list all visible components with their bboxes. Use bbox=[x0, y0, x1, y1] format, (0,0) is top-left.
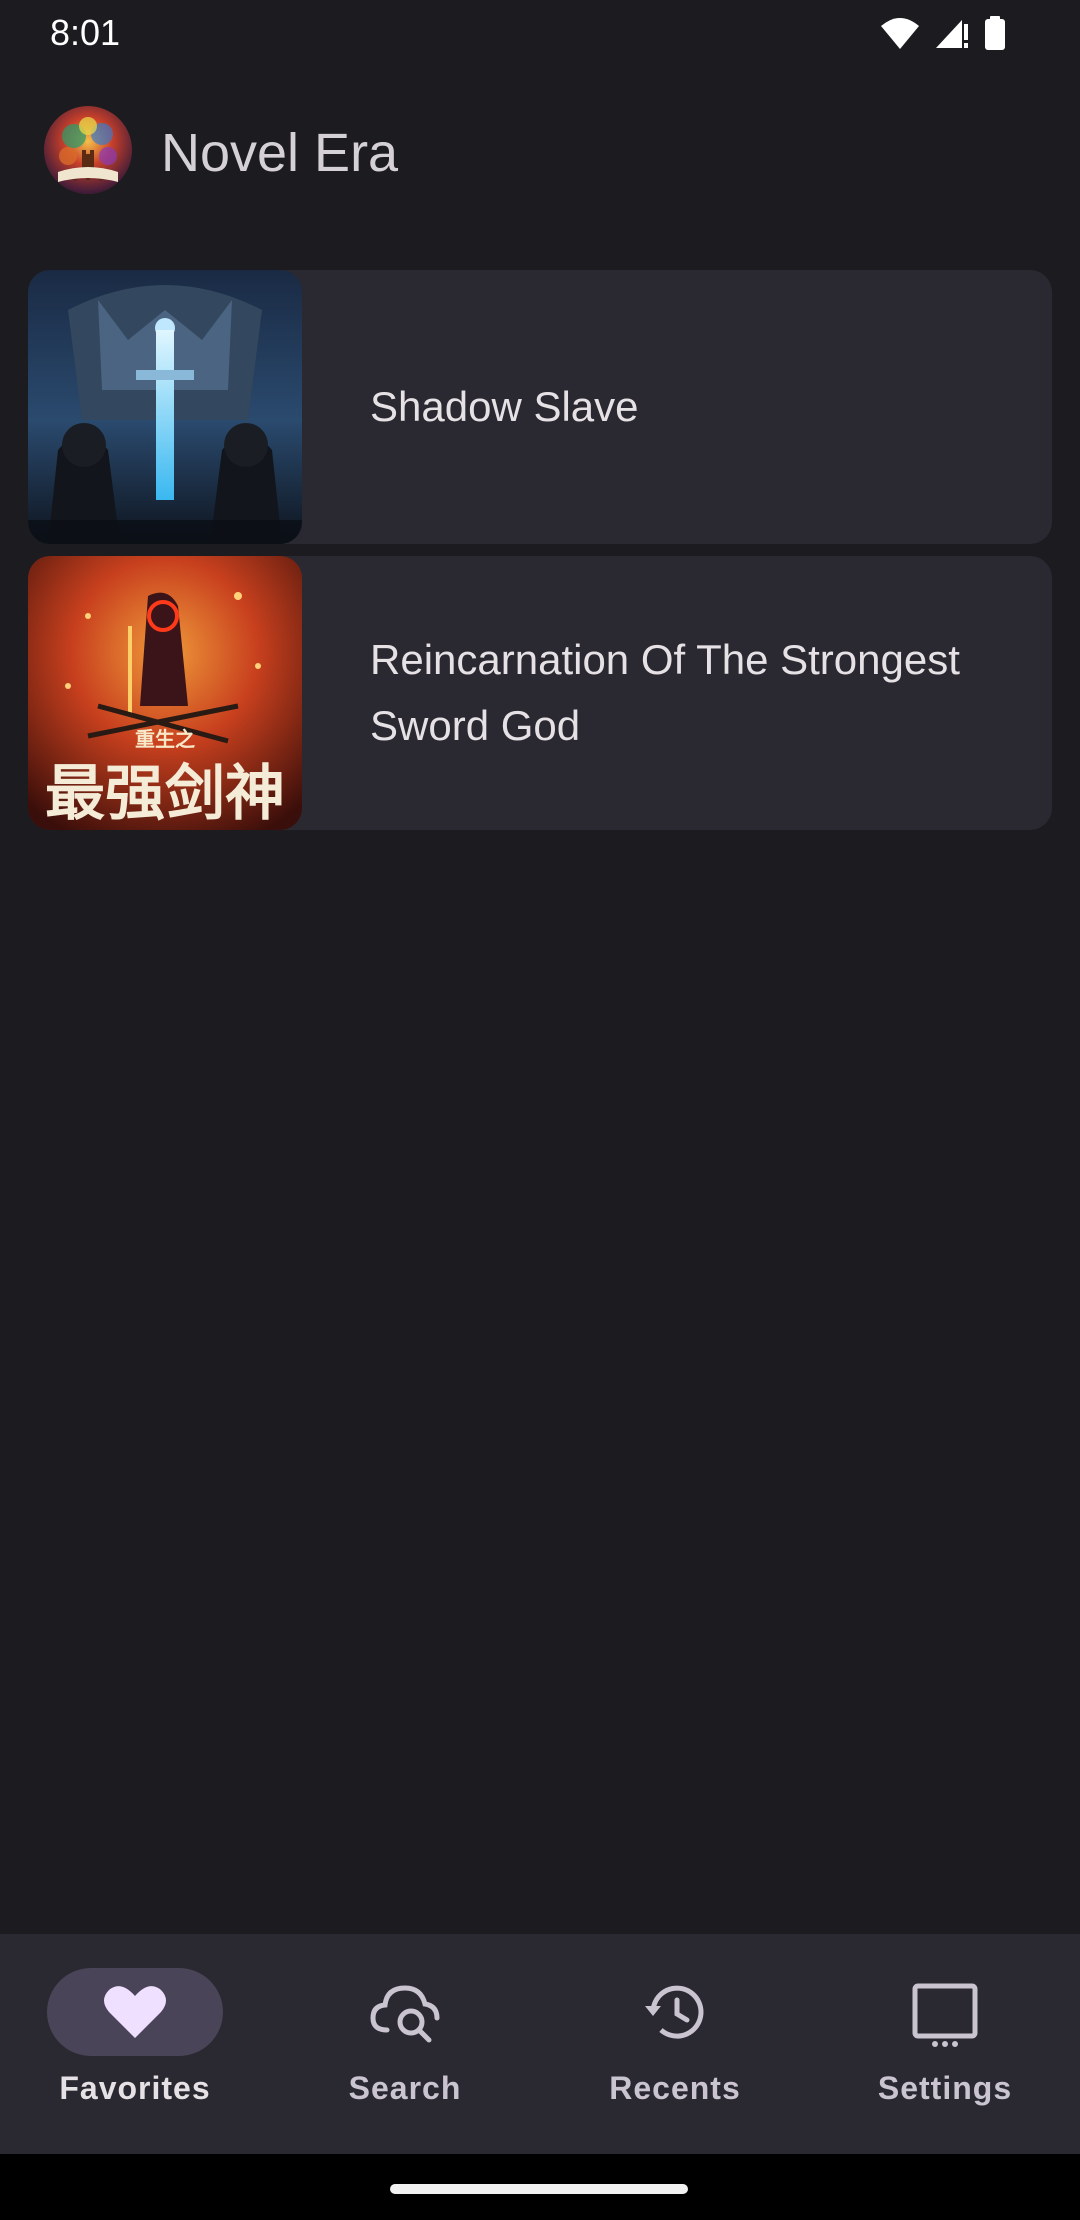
cover-text-small: 重生之 bbox=[135, 727, 195, 751]
home-gesture-handle[interactable] bbox=[390, 2184, 688, 2194]
nav-item-recents[interactable]: Recents bbox=[540, 1934, 810, 2154]
novel-title: Reincarnation Of The Strongest Sword God bbox=[370, 636, 960, 749]
nav-label: Recents bbox=[609, 2070, 741, 2106]
nav-item-settings[interactable]: Settings bbox=[810, 1934, 1080, 2154]
gesture-bar bbox=[0, 2154, 1080, 2220]
cloud-search-icon bbox=[365, 1972, 445, 2052]
history-icon bbox=[635, 1972, 715, 2052]
status-bar: 8:01 bbox=[0, 0, 1080, 66]
bottom-navigation: Favorites Search Recents Settings bbox=[0, 1934, 1080, 2154]
app-bar: Novel Era bbox=[0, 100, 1080, 212]
nav-label: Search bbox=[348, 2070, 462, 2106]
wifi-icon bbox=[880, 16, 920, 55]
screen: 8:01 Novel Era Shadow Slave 重生之 最强剑神 Rei… bbox=[0, 0, 1080, 2220]
novel-cover-image: 重生之 最强剑神 bbox=[28, 556, 302, 830]
settings-screen-icon bbox=[905, 1972, 985, 2052]
novel-cover-image bbox=[28, 270, 302, 544]
app-title: Novel Era bbox=[161, 123, 399, 183]
cover-text-large: 最强剑神 bbox=[45, 759, 285, 829]
nav-label: Favorites bbox=[59, 2070, 211, 2106]
status-time: 8:01 bbox=[50, 12, 121, 53]
novel-card-shadow-slave[interactable]: Shadow Slave bbox=[28, 270, 1052, 544]
heart-icon bbox=[95, 1972, 175, 2052]
cellular-signal-icon bbox=[934, 16, 970, 55]
status-icons bbox=[880, 16, 1006, 55]
nav-label: Settings bbox=[877, 2070, 1013, 2106]
battery-icon bbox=[984, 16, 1006, 55]
tree-logo-icon bbox=[44, 106, 132, 194]
novel-title: Shadow Slave bbox=[370, 383, 639, 430]
nav-item-favorites[interactable]: Favorites bbox=[0, 1934, 270, 2154]
novel-list: Shadow Slave 重生之 最强剑神 Reincarnation Of T… bbox=[28, 270, 1052, 842]
nav-item-search[interactable]: Search bbox=[270, 1934, 540, 2154]
novel-card-sword-god[interactable]: 重生之 最强剑神 Reincarnation Of The Strongest … bbox=[28, 556, 1052, 830]
